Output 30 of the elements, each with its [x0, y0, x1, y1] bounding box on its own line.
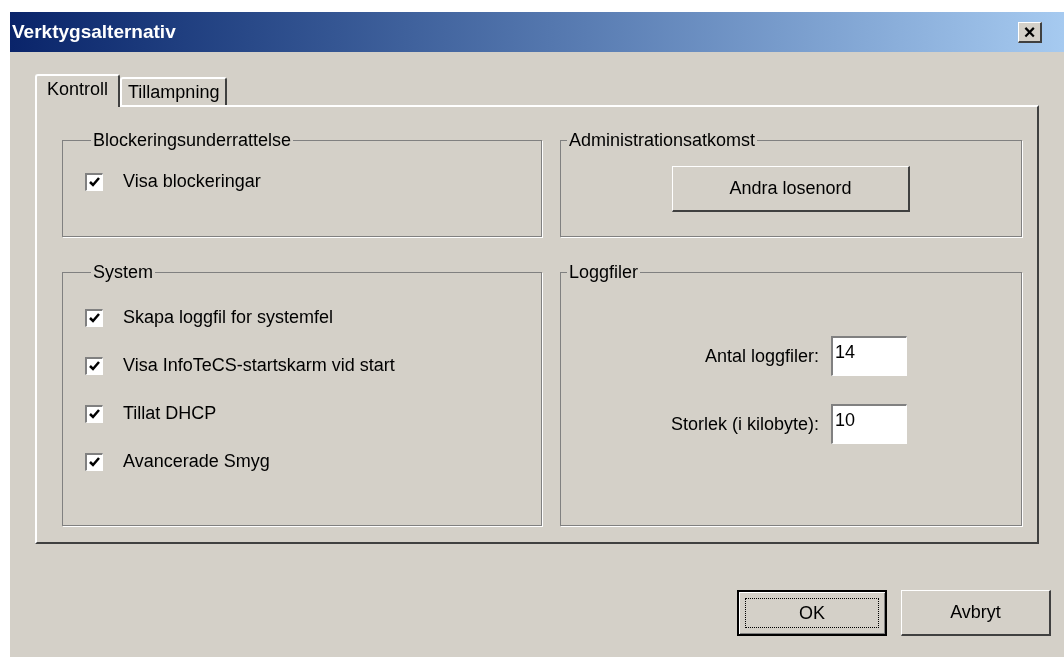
tab[interactable]: Tillampning — [120, 77, 228, 105]
group-title: System — [92, 261, 154, 284]
checkbox[interactable] — [85, 404, 103, 423]
tab[interactable]: Kontroll — [35, 74, 121, 107]
checkmark-icon — [89, 361, 100, 371]
checkmark-icon — [89, 457, 100, 467]
group-title: Blockeringsunderrattelse — [92, 129, 293, 152]
group-title: Loggfiler — [568, 261, 640, 284]
group-title: Administrationsatkomst — [568, 129, 757, 152]
checkbox-label: Visa InfoTeCS-startskarm vid start — [123, 354, 395, 377]
dialog-button[interactable]: Avbryt — [901, 590, 1051, 636]
checkbox[interactable] — [85, 308, 103, 327]
input-field[interactable]: 14 — [831, 336, 907, 376]
checkbox-label: Visa blockeringar — [123, 170, 261, 193]
checkmark-icon — [89, 177, 100, 187]
input-field[interactable]: 10 — [831, 404, 907, 444]
checkbox[interactable] — [85, 356, 103, 375]
close-button[interactable]: × — [1018, 21, 1042, 43]
field-label: Antal loggfiler: — [704, 344, 819, 368]
checkbox-label: Skapa loggfil for systemfel — [123, 306, 334, 329]
checkbox-label: Tillat DHCP — [123, 402, 217, 425]
checkbox[interactable] — [85, 452, 103, 471]
field-label: Storlek (i kilobyte): — [670, 412, 819, 436]
change-password-button[interactable]: Andra losenord — [672, 166, 910, 212]
checkbox-label: Avancerade Smyg — [123, 450, 270, 473]
checkmark-icon — [89, 313, 100, 323]
window-title: Verktygsalternativ — [12, 19, 176, 44]
checkmark-icon — [89, 409, 100, 419]
checkbox[interactable] — [85, 172, 103, 191]
dialog-button[interactable]: OK — [737, 590, 887, 636]
